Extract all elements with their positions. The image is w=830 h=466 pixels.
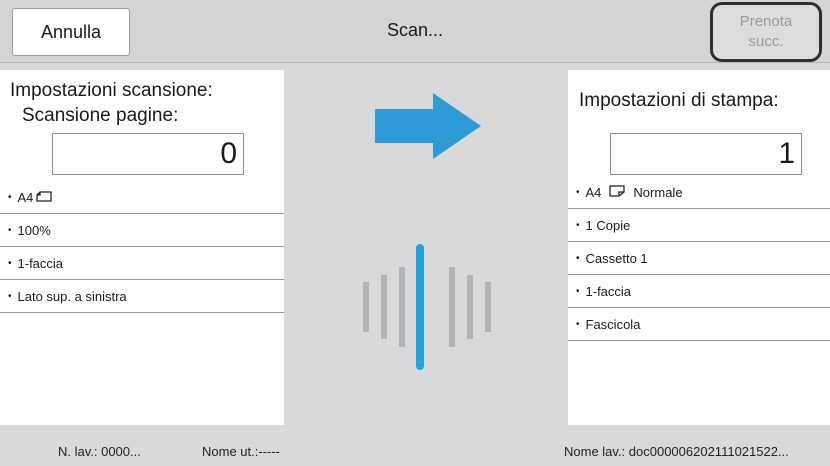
user-name: Nome ut.:----- <box>202 444 280 459</box>
collate-label: Fascicola <box>585 316 641 332</box>
scan-settings-panel: Impostazioni scansione: Scansione pagine… <box>0 70 284 425</box>
paper-portrait-icon <box>609 184 626 200</box>
paper-landscape-icon <box>36 190 53 205</box>
list-item: • Cassetto 1 <box>568 242 830 275</box>
cancel-button[interactable]: Annulla <box>12 8 130 56</box>
bullet: • <box>8 257 12 269</box>
list-item: • 1-faccia <box>0 247 284 280</box>
list-item: • 1-faccia <box>568 275 830 308</box>
paper-size-label: A4 <box>17 189 34 205</box>
paper-type-label: Normale <box>633 184 683 200</box>
bullet: • <box>576 318 580 330</box>
scanning-animation-icon <box>363 244 491 370</box>
scanned-pages-label: Scansione pagine: <box>22 105 179 126</box>
list-item: • Lato sup. a sinistra <box>0 280 284 313</box>
page-title: Scan... <box>386 20 444 40</box>
bullet: • <box>8 224 12 236</box>
list-item: • Fascicola <box>568 308 830 341</box>
duplex-label: 1-faccia <box>585 283 632 299</box>
reserve-label-line1: Prenota <box>739 13 793 30</box>
list-item: • A4 <box>0 181 284 214</box>
reserve-next-button[interactable]: Prenota succ. <box>710 2 822 62</box>
print-copies-counter: 1 <box>610 133 802 175</box>
scan-settings-list: • A4 • 100% • 1-faccia • Lato sup. a sin… <box>0 181 284 313</box>
list-item: • A4 Normale <box>568 176 830 209</box>
tray-label: Cassetto 1 <box>585 250 648 266</box>
orientation-label: Lato sup. a sinistra <box>17 288 127 304</box>
reserve-label-line2: succ. <box>748 33 784 50</box>
paper-size-label: A4 <box>585 184 602 200</box>
copies-label: 1 Copie <box>585 217 631 233</box>
bullet: • <box>576 252 580 264</box>
list-item: • 1 Copie <box>568 209 830 242</box>
bullet: • <box>8 290 12 302</box>
print-settings-list: • A4 Normale • 1 Copie • Cassetto 1 • 1-… <box>568 176 830 341</box>
cancel-label: Annulla <box>40 21 102 42</box>
bullet: • <box>8 191 12 203</box>
bullet: • <box>576 219 580 231</box>
scanned-pages-counter: 0 <box>52 133 244 175</box>
arrow-right-icon <box>375 93 481 159</box>
bullet: • <box>576 285 580 297</box>
bullet: • <box>576 186 580 198</box>
zoom-label: 100% <box>17 222 51 238</box>
job-number: N. lav.: 0000... <box>58 444 141 459</box>
top-bar: Annulla Scan... Prenota succ. <box>0 0 830 63</box>
list-item: • 100% <box>0 214 284 247</box>
print-settings-panel: Impostazioni di stampa: 1 • A4 Normale •… <box>568 70 830 425</box>
print-settings-title: Impostazioni di stampa: <box>579 90 779 111</box>
duplex-label: 1-faccia <box>17 255 64 271</box>
scan-settings-title: Impostazioni scansione: <box>10 80 213 101</box>
job-name: Nome lav.: doc000006202111021522... <box>564 444 789 459</box>
